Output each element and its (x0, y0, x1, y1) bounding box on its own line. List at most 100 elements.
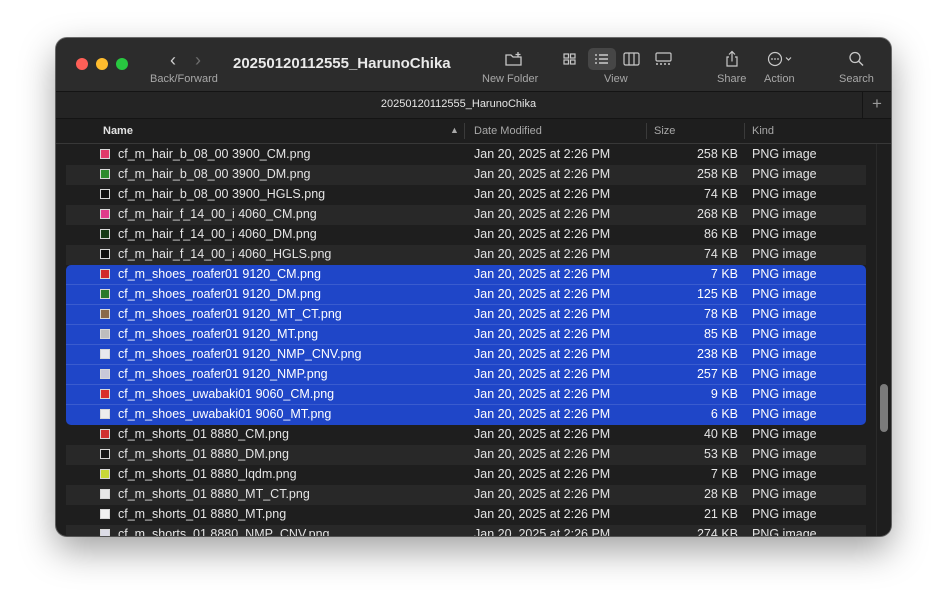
forward-icon[interactable]: › (188, 50, 208, 70)
file-row[interactable]: cf_m_shoes_roafer01 9120_DM.png Jan 20, 2… (66, 285, 866, 305)
png-file-icon (100, 429, 110, 439)
file-size: 7 KB (710, 267, 738, 281)
file-date-modified: Jan 20, 2025 at 2:26 PM (474, 147, 611, 161)
action-icon[interactable] (765, 50, 799, 68)
file-size: 9 KB (710, 387, 738, 401)
file-date-modified: Jan 20, 2025 at 2:26 PM (474, 327, 611, 341)
file-size: 86 KB (703, 227, 738, 241)
file-kind: PNG image (752, 327, 817, 341)
column-divider[interactable] (646, 123, 647, 139)
column-date-modified[interactable]: Date Modified (474, 125, 542, 137)
file-name: cf_m_shorts_01 8880_MT_CT.png (118, 487, 310, 501)
file-name: cf_m_shoes_roafer01 9120_MT.png (118, 327, 319, 341)
file-row[interactable]: cf_m_shorts_01 8880_CM.png Jan 20, 2025 a… (66, 425, 866, 445)
column-view-icon[interactable] (621, 50, 643, 68)
file-row[interactable]: cf_m_hair_f_14_00_i 4060_CM.png Jan 20, 2… (66, 205, 866, 225)
file-row[interactable]: cf_m_hair_f_14_00_i 4060_HGLS.png Jan 20,… (66, 245, 866, 265)
png-file-icon (100, 369, 110, 379)
file-row[interactable]: cf_m_hair_b_08_00 3900_DM.png Jan 20, 202… (66, 165, 866, 185)
file-size: 125 KB (696, 287, 738, 301)
file-date-modified: Jan 20, 2025 at 2:26 PM (474, 447, 611, 461)
file-row[interactable]: cf_m_hair_b_08_00 3900_CM.png Jan 20, 202… (66, 145, 866, 165)
file-row[interactable]: cf_m_shoes_roafer01 9120_CM.png Jan 20, 2… (66, 265, 866, 285)
column-size[interactable]: Size (654, 125, 675, 137)
file-size: 53 KB (703, 447, 738, 461)
file-name: cf_m_hair_b_08_00 3900_HGLS.png (118, 187, 326, 201)
file-row[interactable]: cf_m_shorts_01 8880_MT.png Jan 20, 2025 a… (66, 505, 866, 525)
file-kind: PNG image (752, 307, 817, 321)
new-folder-icon[interactable] (503, 50, 525, 68)
file-row[interactable]: cf_m_shorts_01 8880_MT_CT.png Jan 20, 202… (66, 485, 866, 505)
icon-view-icon[interactable] (559, 50, 581, 68)
file-list: cf_m_hair_b_08_00 3900_CM.png Jan 20, 202… (56, 144, 891, 536)
gallery-view-icon[interactable] (653, 50, 675, 68)
file-row[interactable]: cf_m_shoes_roafer01 9120_MT.png Jan 20, 2… (66, 325, 866, 345)
file-name: cf_m_shoes_roafer01 9120_NMP_CNV.png (118, 347, 362, 361)
column-divider[interactable] (744, 123, 745, 139)
file-row[interactable]: cf_m_hair_b_08_00 3900_HGLS.png Jan 20, 2… (66, 185, 866, 205)
file-name: cf_m_shorts_01 8880_NMP_CNV.png (118, 527, 330, 536)
file-kind: PNG image (752, 467, 817, 481)
file-date-modified: Jan 20, 2025 at 2:26 PM (474, 247, 611, 261)
vertical-scrollbar[interactable] (876, 144, 891, 536)
minimize-button[interactable] (96, 58, 108, 70)
file-kind: PNG image (752, 287, 817, 301)
png-file-icon (100, 509, 110, 519)
search-icon[interactable] (846, 50, 868, 68)
new-tab-plus-icon[interactable]: + (862, 92, 891, 118)
column-name[interactable]: Name (103, 125, 133, 137)
tab-title[interactable]: 20250120112555_HarunoChika (56, 98, 861, 110)
file-date-modified: Jan 20, 2025 at 2:26 PM (474, 287, 611, 301)
file-kind: PNG image (752, 487, 817, 501)
file-name: cf_m_hair_b_08_00 3900_DM.png (118, 167, 311, 181)
zoom-button[interactable] (116, 58, 128, 70)
file-row[interactable]: cf_m_hair_f_14_00_i 4060_DM.png Jan 20, 2… (66, 225, 866, 245)
file-name: cf_m_shorts_01 8880_DM.png (118, 447, 289, 461)
file-date-modified: Jan 20, 2025 at 2:26 PM (474, 347, 611, 361)
file-kind: PNG image (752, 407, 817, 421)
file-date-modified: Jan 20, 2025 at 2:26 PM (474, 387, 611, 401)
share-icon[interactable] (721, 50, 743, 68)
file-name: cf_m_shoes_uwabaki01 9060_CM.png (118, 387, 335, 401)
view-label: View (604, 73, 628, 85)
file-kind: PNG image (752, 527, 817, 536)
back-icon[interactable]: ‹ (163, 50, 183, 70)
png-file-icon (100, 489, 110, 499)
tab-bar: 20250120112555_HarunoChika + (56, 91, 891, 119)
file-kind: PNG image (752, 187, 817, 201)
file-size: 268 KB (696, 207, 738, 221)
file-row[interactable]: cf_m_shorts_01 8880_lqdm.png Jan 20, 2025… (66, 465, 866, 485)
close-button[interactable] (76, 58, 88, 70)
png-file-icon (100, 209, 110, 219)
file-name: cf_m_shorts_01 8880_CM.png (118, 427, 289, 441)
png-file-icon (100, 469, 110, 479)
file-name: cf_m_hair_f_14_00_i 4060_HGLS.png (118, 247, 332, 261)
scrollbar-thumb[interactable] (880, 384, 888, 432)
column-divider[interactable] (464, 123, 465, 139)
file-row[interactable]: cf_m_shorts_01 8880_DM.png Jan 20, 2025 a… (66, 445, 866, 465)
file-size: 21 KB (703, 507, 738, 521)
action-label: Action (764, 73, 795, 85)
png-file-icon (100, 189, 110, 199)
file-kind: PNG image (752, 247, 817, 261)
list-view-icon[interactable] (591, 50, 613, 68)
file-date-modified: Jan 20, 2025 at 2:26 PM (474, 267, 611, 281)
file-row[interactable]: cf_m_shoes_roafer01 9120_MT_CT.png Jan 20… (66, 305, 866, 325)
file-row[interactable]: cf_m_shoes_roafer01 9120_NMP_CNV.png Jan … (66, 345, 866, 365)
file-kind: PNG image (752, 167, 817, 181)
file-kind: PNG image (752, 427, 817, 441)
file-row[interactable]: cf_m_shoes_uwabaki01 9060_MT.png Jan 20, … (66, 405, 866, 425)
file-row[interactable]: cf_m_shoes_uwabaki01 9060_CM.png Jan 20, … (66, 385, 866, 405)
file-name: cf_m_shoes_roafer01 9120_MT_CT.png (118, 307, 342, 321)
file-row[interactable]: cf_m_shoes_roafer01 9120_NMP.png Jan 20, … (66, 365, 866, 385)
file-kind: PNG image (752, 207, 817, 221)
file-size: 40 KB (703, 427, 738, 441)
file-kind: PNG image (752, 387, 817, 401)
file-date-modified: Jan 20, 2025 at 2:26 PM (474, 367, 611, 381)
png-file-icon (100, 529, 110, 536)
column-kind[interactable]: Kind (752, 125, 774, 137)
file-date-modified: Jan 20, 2025 at 2:26 PM (474, 227, 611, 241)
file-row[interactable]: cf_m_shorts_01 8880_NMP_CNV.png Jan 20, 2… (66, 525, 866, 536)
png-file-icon (100, 349, 110, 359)
back-forward-label: Back/Forward (150, 73, 218, 85)
